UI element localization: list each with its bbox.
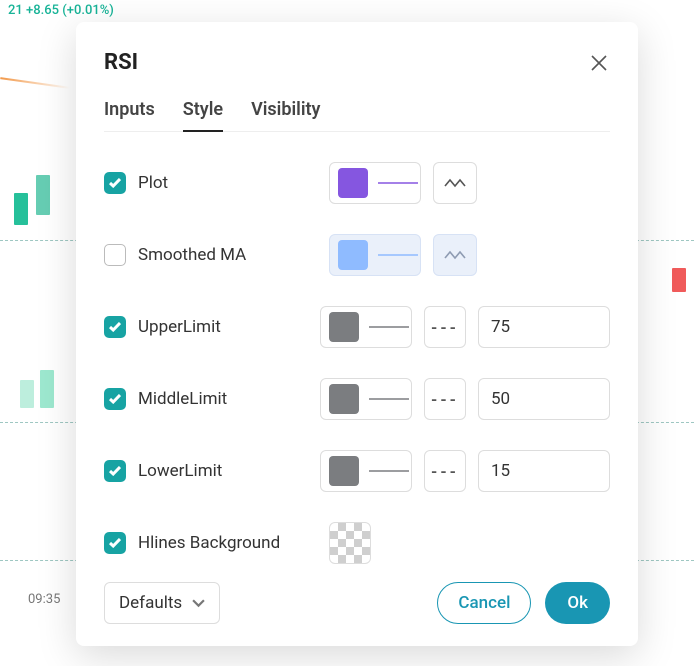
upper-limit-line-sample (367, 306, 411, 348)
rsi-settings-dialog: RSI Inputs Style Visibility Plot (76, 22, 638, 646)
row-upper-limit: UpperLimit --- (104, 306, 610, 348)
candle (14, 193, 28, 225)
plot-line-sample (376, 162, 420, 204)
hlines-bg-label: Hlines Background (138, 533, 280, 553)
dash-icon: --- (431, 462, 459, 481)
dialog-title: RSI (104, 50, 138, 75)
row-plot: Plot (104, 162, 610, 204)
lower-limit-line-sample (367, 450, 411, 492)
middle-limit-input[interactable] (478, 378, 610, 420)
tab-style[interactable]: Style (183, 99, 223, 132)
upper-limit-checkbox[interactable] (104, 316, 126, 338)
candle (672, 268, 686, 292)
upper-limit-color-picker[interactable] (320, 306, 412, 348)
row-lower-limit: LowerLimit --- (104, 450, 610, 492)
middle-limit-label: MiddleLimit (138, 389, 227, 409)
plot-color-picker[interactable] (329, 162, 421, 204)
dialog-header: RSI (104, 50, 610, 75)
smoothed-ma-line-sample (376, 234, 420, 276)
vol-bar (40, 370, 54, 408)
plot-checkbox[interactable] (104, 172, 126, 194)
hlines-bg-color-picker[interactable] (329, 522, 371, 564)
candle (36, 175, 50, 215)
tab-visibility[interactable]: Visibility (251, 99, 320, 131)
row-middle-limit: MiddleLimit --- (104, 378, 610, 420)
lower-limit-label: LowerLimit (138, 461, 222, 481)
defaults-label: Defaults (119, 593, 182, 613)
dialog-footer: Defaults Cancel Ok (104, 564, 610, 624)
chart-time-label: 09:35 (28, 592, 60, 607)
lower-limit-color-picker[interactable] (320, 450, 412, 492)
upper-limit-dash-button[interactable]: --- (424, 306, 466, 348)
row-hlines-background: Hlines Background (104, 522, 610, 564)
middle-limit-swatch (329, 384, 359, 414)
tab-inputs[interactable]: Inputs (104, 99, 155, 131)
ticker-text: 21 +8.65 (+0.01%) (8, 3, 114, 18)
row-smoothed-ma: Smoothed MA (104, 234, 610, 276)
tabs: Inputs Style Visibility (104, 99, 610, 132)
smoothed-ma-checkbox[interactable] (104, 244, 126, 266)
ok-button[interactable]: Ok (545, 582, 610, 624)
defaults-dropdown[interactable]: Defaults (104, 582, 220, 624)
plot-swatch (338, 168, 368, 198)
middle-limit-color-picker[interactable] (320, 378, 412, 420)
plot-linestyle-button[interactable] (433, 162, 477, 204)
smoothed-ma-swatch (338, 240, 368, 270)
hlines-bg-checkbox[interactable] (104, 532, 126, 554)
lower-limit-checkbox[interactable] (104, 460, 126, 482)
middle-limit-dash-button[interactable]: --- (424, 378, 466, 420)
chart-line (0, 77, 70, 89)
lower-limit-input[interactable] (478, 450, 610, 492)
style-rows: Plot Smoothed MA (104, 162, 610, 564)
smoothed-ma-label: Smoothed MA (138, 245, 246, 265)
cancel-button[interactable]: Cancel (437, 582, 531, 624)
upper-limit-swatch (329, 312, 359, 342)
plot-label: Plot (138, 173, 168, 193)
lower-limit-swatch (329, 456, 359, 486)
smoothed-ma-color-picker[interactable] (329, 234, 421, 276)
upper-limit-label: UpperLimit (138, 317, 221, 337)
lower-limit-dash-button[interactable]: --- (424, 450, 466, 492)
close-icon[interactable] (588, 52, 610, 74)
middle-limit-line-sample (367, 378, 411, 420)
smoothed-ma-linestyle-button[interactable] (433, 234, 477, 276)
dash-icon: --- (431, 318, 459, 337)
chevron-down-icon (192, 597, 205, 610)
upper-limit-input[interactable] (478, 306, 610, 348)
vol-bar (20, 380, 34, 408)
dash-icon: --- (431, 390, 459, 409)
middle-limit-checkbox[interactable] (104, 388, 126, 410)
